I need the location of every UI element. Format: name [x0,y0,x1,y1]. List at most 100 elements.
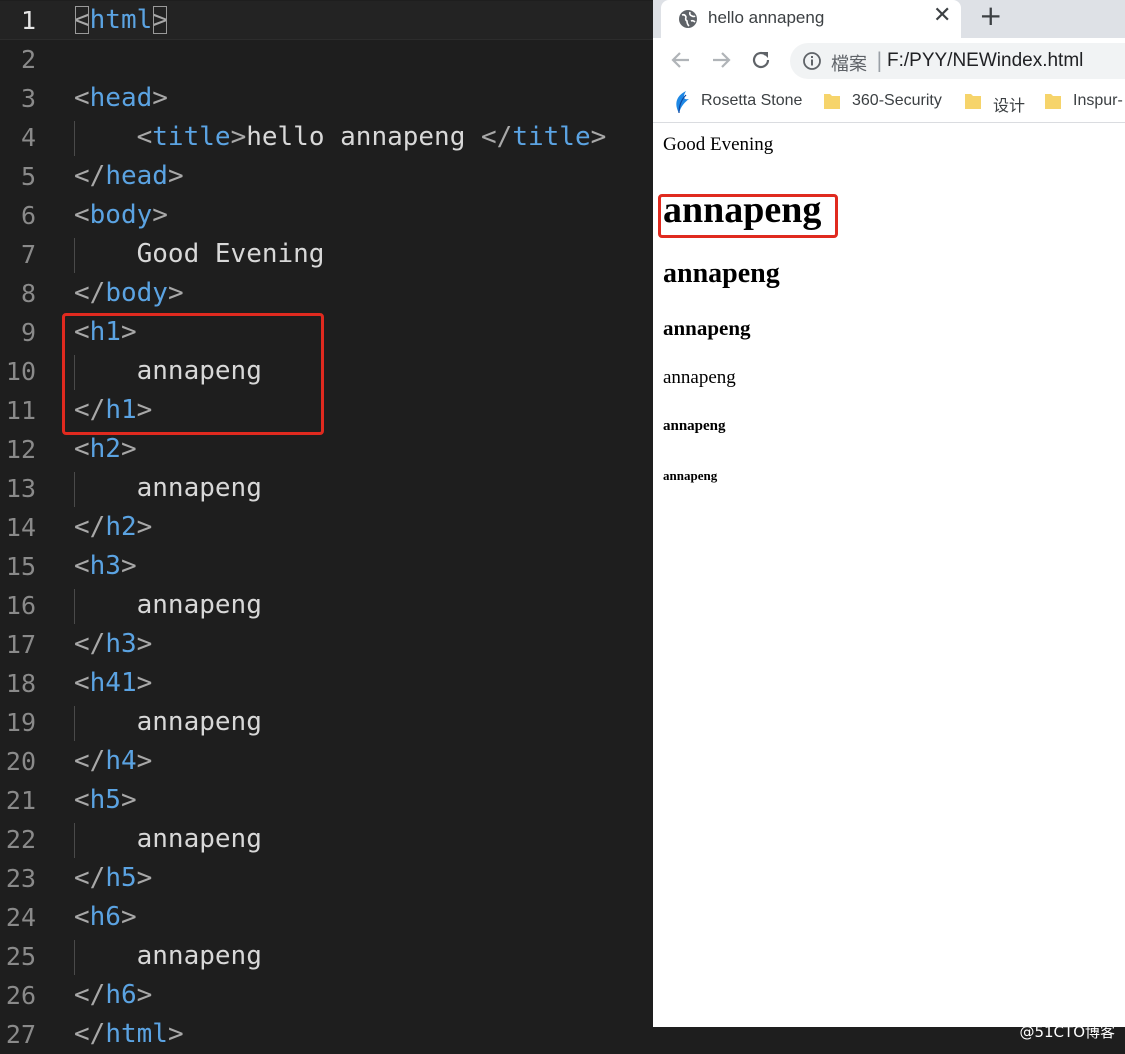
tab-hello-annapeng[interactable]: hello annapeng ✕ [661,0,961,38]
code-line[interactable]: </html> [74,1015,644,1054]
arrow-left-icon[interactable] [669,48,693,76]
code-line[interactable]: <h3> [74,547,644,586]
tag-name: h3 [89,551,121,581]
bookmarks-bar: Rosetta Stone 360-Security 设计 Inspur- [653,82,1125,123]
bookmark-360-security[interactable]: 360-Security [823,91,953,113]
line-number-label: 5 [20,162,36,191]
line-number-label: 15 [5,552,36,581]
tag-bracket: </ [74,746,106,776]
bookmark-inspur[interactable]: Inspur- [1044,91,1125,113]
tag-bracket: > [136,629,153,659]
code-line[interactable] [74,40,644,79]
code-line[interactable]: <head> [74,79,644,118]
code-line[interactable]: annapeng [74,937,644,976]
code-line[interactable]: </h2> [74,508,644,547]
code-line[interactable]: </h3> [74,625,644,664]
new-tab-button[interactable]: + [979,2,1002,30]
tag-name: h2 [105,512,137,542]
bookmark-design[interactable]: 设计 [964,91,1034,116]
tag-bracket: </ [74,278,106,308]
tag-name: body [105,278,168,308]
line-number-label: 27 [5,1020,36,1049]
code-line[interactable]: </h6> [74,976,644,1015]
arrow-right-icon[interactable] [709,48,733,76]
tag-name: h2 [89,434,121,464]
tag-bracket: < [74,83,90,113]
folder-icon [964,91,982,116]
tag-bracket: </ [481,122,513,152]
folder-icon [823,91,841,116]
text-content: annapeng [136,590,262,620]
line-number-label: 14 [5,513,36,542]
line-number-label: 6 [20,201,36,230]
folder-icon [1044,91,1062,116]
line-number-label: 10 [5,357,36,386]
code-line[interactable]: annapeng [74,586,644,625]
line-number-label: 12 [5,435,36,464]
bookmark-label: 设计 [993,98,1026,115]
tab-strip: hello annapeng ✕ + [653,0,1125,38]
code-line[interactable]: <body> [74,196,644,235]
tag-bracket: > [152,5,168,35]
reload-icon[interactable] [749,48,773,76]
tab-close-icon[interactable]: ✕ [933,4,951,28]
tag-bracket: </ [74,161,106,191]
code-editor[interactable]: 1 2 3 4 5 6 7 8 9 10 11 12 13 14 15 16 17 18 19 20 21 22 23 24 2… [0,0,653,1051]
code-line[interactable]: Good Evening [74,235,644,274]
code-line[interactable]: annapeng [74,469,644,508]
tag-bracket: > [230,122,247,152]
tag-name: html [105,1019,168,1049]
line-number-label: 13 [5,474,36,503]
tab-title: hello annapeng [708,8,825,27]
code-line[interactable]: </h5> [74,859,644,898]
line-number-label: 11 [5,396,36,425]
text-content: annapeng [136,473,262,503]
code-line[interactable]: </head> [74,157,644,196]
code-line[interactable]: </body> [74,274,644,313]
line-number-label: 19 [5,708,36,737]
tag-bracket: > [152,83,168,113]
tag-bracket: > [136,746,153,776]
line-number-label: 7 [20,240,36,269]
url-text[interactable]: F:/PYY/NEWindex.html [887,50,1083,72]
tag-name: title [512,122,591,152]
tag-name: body [89,200,153,230]
code-line[interactable]: annapeng [74,820,644,859]
tag-bracket: > [167,161,184,191]
highlight-box-h1-render [658,194,838,238]
bookmark-rosetta-stone[interactable]: Rosetta Stone [673,91,813,114]
tag-name: title [152,122,231,152]
tag-bracket: < [74,200,90,230]
code-line[interactable]: <title>hello annapeng </title> [74,118,644,157]
code-line[interactable]: <h41> [74,664,644,703]
heading-h2: annapeng [663,258,780,289]
code-line[interactable]: annapeng [74,703,644,742]
heading-h6: annapeng [663,468,718,483]
tag-bracket: </ [74,980,106,1010]
address-bar[interactable]: 檔案 | F:/PYY/NEWindex.html [790,43,1125,79]
heading-h5: annapeng [663,418,726,434]
text-content: Good Evening [136,239,325,269]
tag-bracket: > [120,902,137,932]
tag-name: h41 [89,668,137,698]
tag-name: h4 [105,746,137,776]
tag-bracket: > [120,785,137,815]
tag-bracket: > [167,1019,184,1049]
info-icon[interactable] [802,51,822,75]
line-number-label: 23 [5,864,36,893]
code-line[interactable]: <html> [74,1,644,40]
tag-bracket: </ [74,1019,106,1049]
tag-name: h5 [105,863,137,893]
code-line[interactable]: <h6> [74,898,644,937]
tag-name: h3 [105,629,137,659]
code-line[interactable]: </h4> [74,742,644,781]
tag-bracket: > [120,434,137,464]
page-content: Good Evening annapeng annapeng annapeng … [653,123,1125,1027]
tag-bracket: < [74,551,90,581]
tag-bracket: </ [74,863,106,893]
tag-bracket: </ [74,512,106,542]
code-line[interactable]: <h2> [74,430,644,469]
code-line[interactable]: <h5> [74,781,644,820]
